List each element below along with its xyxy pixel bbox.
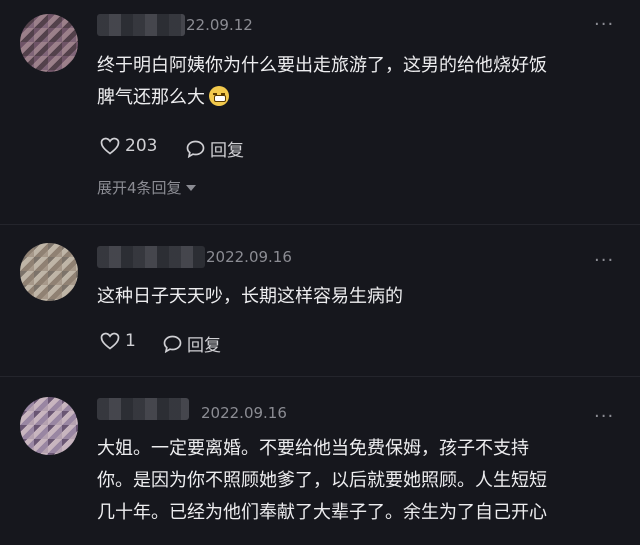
comment-date: 2022.09.16 <box>206 248 292 266</box>
divider <box>0 224 640 225</box>
comment-text-line: 这种日子天天吵，长期这样容易生病的 <box>97 286 403 307</box>
heart-icon <box>100 137 120 155</box>
comment-text-line: 终于明白阿姨你为什么要出走旅游了，这男的给他烧好饭 <box>97 55 547 76</box>
like-button[interactable]: 203 <box>100 136 157 156</box>
expand-replies-label: 展开4条回复 <box>97 179 182 197</box>
expand-replies-button[interactable]: 展开4条回复 <box>97 177 196 198</box>
more-dots-icon[interactable]: ··· <box>594 14 614 35</box>
reply-label: 回复 <box>187 336 221 356</box>
comment-text: 大姐。一定要离婚。不要给他当免费保姆，孩子不支持 你。是因为你不照顾她爹了，以后… <box>97 433 617 529</box>
comment-text: 这种日子天天吵，长期这样容易生病的 <box>97 281 617 313</box>
heart-icon <box>100 332 120 350</box>
like-button[interactable]: 1 <box>100 331 136 351</box>
comment-date: 2022.09.16 <box>201 404 287 422</box>
username-blurred[interactable] <box>97 246 205 268</box>
speech-bubble-icon <box>186 140 205 158</box>
comment-date: 22.09.12 <box>186 16 253 34</box>
more-dots-icon[interactable]: ··· <box>594 406 614 427</box>
reply-label: 回复 <box>210 141 244 161</box>
comment-text-line: 脾气还那么大 <box>97 82 617 114</box>
avatar[interactable] <box>20 14 78 72</box>
avatar[interactable] <box>20 397 78 455</box>
avatar[interactable] <box>20 243 78 301</box>
reply-button[interactable]: 回复 <box>186 136 244 161</box>
username-blurred[interactable] <box>97 14 185 36</box>
comment-text-line: 你。是因为你不照顾她爹了，以后就要她照顾。人生短短 <box>97 470 547 491</box>
like-count: 1 <box>125 331 136 351</box>
like-count: 203 <box>125 136 158 156</box>
comment-text: 终于明白阿姨你为什么要出走旅游了，这男的给他烧好饭 脾气还那么大 <box>97 50 617 114</box>
comment-text-line: 几十年。已经为他们奉献了大辈子了。余生为了自己开心 <box>97 502 547 523</box>
comment-text-line: 大姐。一定要离婚。不要给他当免费保姆，孩子不支持 <box>97 438 529 459</box>
divider <box>0 376 640 377</box>
grimace-emoji-icon <box>209 86 229 106</box>
speech-bubble-icon <box>163 335 182 353</box>
username-blurred[interactable] <box>97 398 189 420</box>
reply-button[interactable]: 回复 <box>163 331 221 356</box>
caret-down-icon <box>185 184 196 191</box>
more-dots-icon[interactable]: ··· <box>594 250 614 271</box>
comment-text-line-part: 脾气还那么大 <box>97 87 205 108</box>
